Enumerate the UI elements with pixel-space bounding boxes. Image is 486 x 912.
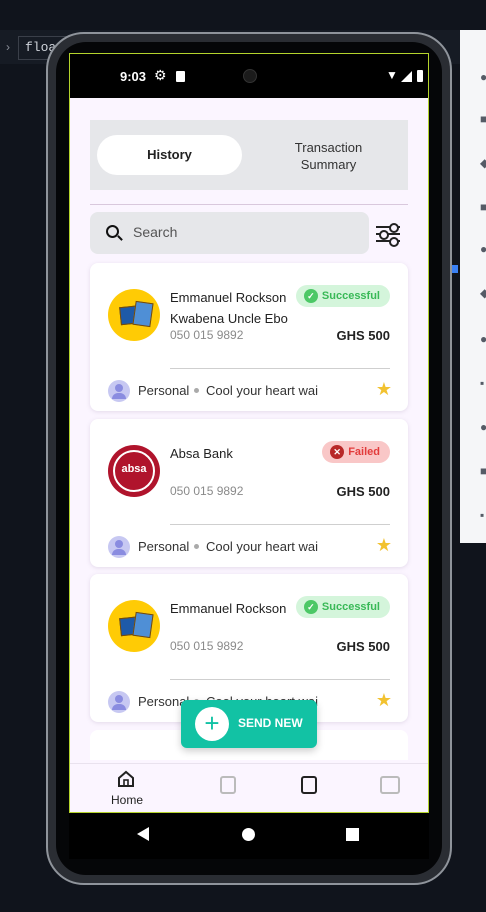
- search-icon: [106, 225, 119, 238]
- ide-side-panel: ● ■ ◆ ■ ● ◆ ● ▪ ● ■ ▪: [460, 30, 486, 543]
- card-divider: [170, 679, 390, 680]
- transaction-note: Cool your heart wai: [206, 539, 318, 554]
- calendar-icon[interactable]: [380, 776, 400, 794]
- cell-signal-icon: [401, 71, 412, 82]
- wallet-icon[interactable]: [301, 776, 317, 794]
- status-label: Successful: [321, 290, 380, 302]
- person-icon: [108, 536, 130, 558]
- check-icon: ✓: [303, 600, 318, 614]
- transaction-card[interactable]: Emmanuel Rockson Kwabena Uncle Ebo 050 0…: [90, 263, 408, 411]
- home-icon[interactable]: [117, 770, 135, 788]
- dot-separator: [194, 544, 199, 549]
- transaction-note: Cool your heart wai: [206, 383, 318, 398]
- person-icon: [108, 691, 130, 713]
- search-input[interactable]: Search: [90, 212, 369, 254]
- back-icon[interactable]: [137, 827, 149, 841]
- recipient-phone: 050 015 9892: [170, 484, 244, 498]
- tab-summary-line1: Transaction: [294, 140, 363, 155]
- bottom-navigation: Home: [70, 763, 428, 812]
- panel-tool-icon[interactable]: ●: [480, 421, 486, 433]
- panel-tool-icon[interactable]: ■: [480, 201, 486, 213]
- system-navigation-bar: [69, 813, 429, 859]
- provider-logo: [108, 600, 160, 652]
- send-new-button[interactable]: + SEND NEW: [181, 700, 317, 748]
- star-icon[interactable]: ★: [376, 379, 392, 400]
- status-badge: ✕ Failed: [322, 441, 390, 463]
- star-icon[interactable]: ★: [376, 535, 392, 556]
- panel-tool-icon[interactable]: ▪: [480, 509, 486, 521]
- panel-tool-icon[interactable]: ■: [480, 113, 486, 125]
- panel-tool-icon[interactable]: ●: [480, 71, 486, 83]
- panel-tool-icon[interactable]: ◆: [480, 157, 486, 169]
- tab-history[interactable]: History: [97, 135, 242, 175]
- category-label: Personal: [138, 539, 190, 554]
- transaction-amount: GHS 500: [336, 484, 390, 499]
- recipient-alias: Kwabena Uncle Ebo: [170, 311, 288, 326]
- tab-switcher: History Transaction Summary: [90, 120, 408, 190]
- status-badge: ✓ Successful: [295, 596, 390, 618]
- recipient-phone: 050 015 9892: [170, 639, 244, 653]
- recipient-name: Absa Bank: [170, 446, 233, 461]
- chevron-right-icon[interactable]: ›: [6, 40, 10, 54]
- person-icon: [108, 380, 130, 402]
- status-label: Failed: [348, 446, 380, 458]
- momo-logo-shape: [132, 611, 154, 639]
- ide-marker: [452, 265, 458, 273]
- card-divider: [170, 368, 390, 369]
- transaction-amount: GHS 500: [336, 639, 390, 654]
- category-label: Personal: [138, 383, 190, 398]
- transfer-icon[interactable]: [220, 776, 236, 794]
- search-placeholder: Search: [133, 224, 178, 240]
- nav-home-label[interactable]: Home: [111, 793, 143, 807]
- plus-icon: +: [195, 707, 229, 741]
- divider: [90, 204, 408, 205]
- provider-logo: [108, 289, 160, 341]
- recipient-phone: 050 015 9892: [170, 328, 244, 342]
- transaction-amount: GHS 500: [336, 328, 390, 343]
- recipient-name: Emmanuel Rockson: [170, 290, 287, 305]
- status-badge: ✓ Successful: [295, 285, 390, 307]
- dot-separator: [194, 388, 199, 393]
- battery-icon: [417, 70, 423, 82]
- gear-icon: ⚙: [154, 67, 167, 83]
- status-time: 9:03: [120, 69, 147, 84]
- sim-card-icon: [176, 71, 185, 82]
- home-button-icon[interactable]: [242, 828, 255, 841]
- status-label: Successful: [321, 601, 380, 613]
- panel-tool-icon[interactable]: ●: [480, 333, 486, 345]
- wifi-icon: ▼: [386, 68, 398, 82]
- panel-tool-icon[interactable]: ■: [480, 465, 486, 477]
- provider-logo: absa: [108, 445, 160, 497]
- app-screen: 9:03 ⚙ ▼ History Transaction Summary Sea…: [69, 53, 429, 813]
- panel-tool-icon[interactable]: ●: [480, 243, 486, 255]
- check-icon: ✓: [303, 289, 318, 303]
- status-bar: 9:03 ⚙ ▼: [70, 54, 428, 98]
- filter-icon[interactable]: [376, 222, 400, 247]
- panel-tool-icon[interactable]: ▪: [480, 377, 486, 389]
- send-new-label: SEND NEW: [238, 716, 303, 730]
- close-icon: ✕: [330, 445, 345, 459]
- transaction-card[interactable]: absa Absa Bank 050 015 9892 GHS 500 ✕ Fa…: [90, 419, 408, 567]
- star-icon[interactable]: ★: [376, 690, 392, 711]
- recent-apps-icon[interactable]: [346, 828, 359, 841]
- recipient-name: Emmanuel Rockson: [170, 601, 287, 616]
- absa-logo-text: absa: [121, 463, 147, 475]
- tab-summary-line2: Summary: [300, 157, 357, 172]
- front-camera: [243, 69, 257, 83]
- momo-logo-shape: [132, 300, 154, 328]
- panel-tool-icon[interactable]: ◆: [480, 287, 486, 299]
- tab-transaction-summary[interactable]: Transaction Summary: [266, 139, 391, 173]
- card-divider: [170, 524, 390, 525]
